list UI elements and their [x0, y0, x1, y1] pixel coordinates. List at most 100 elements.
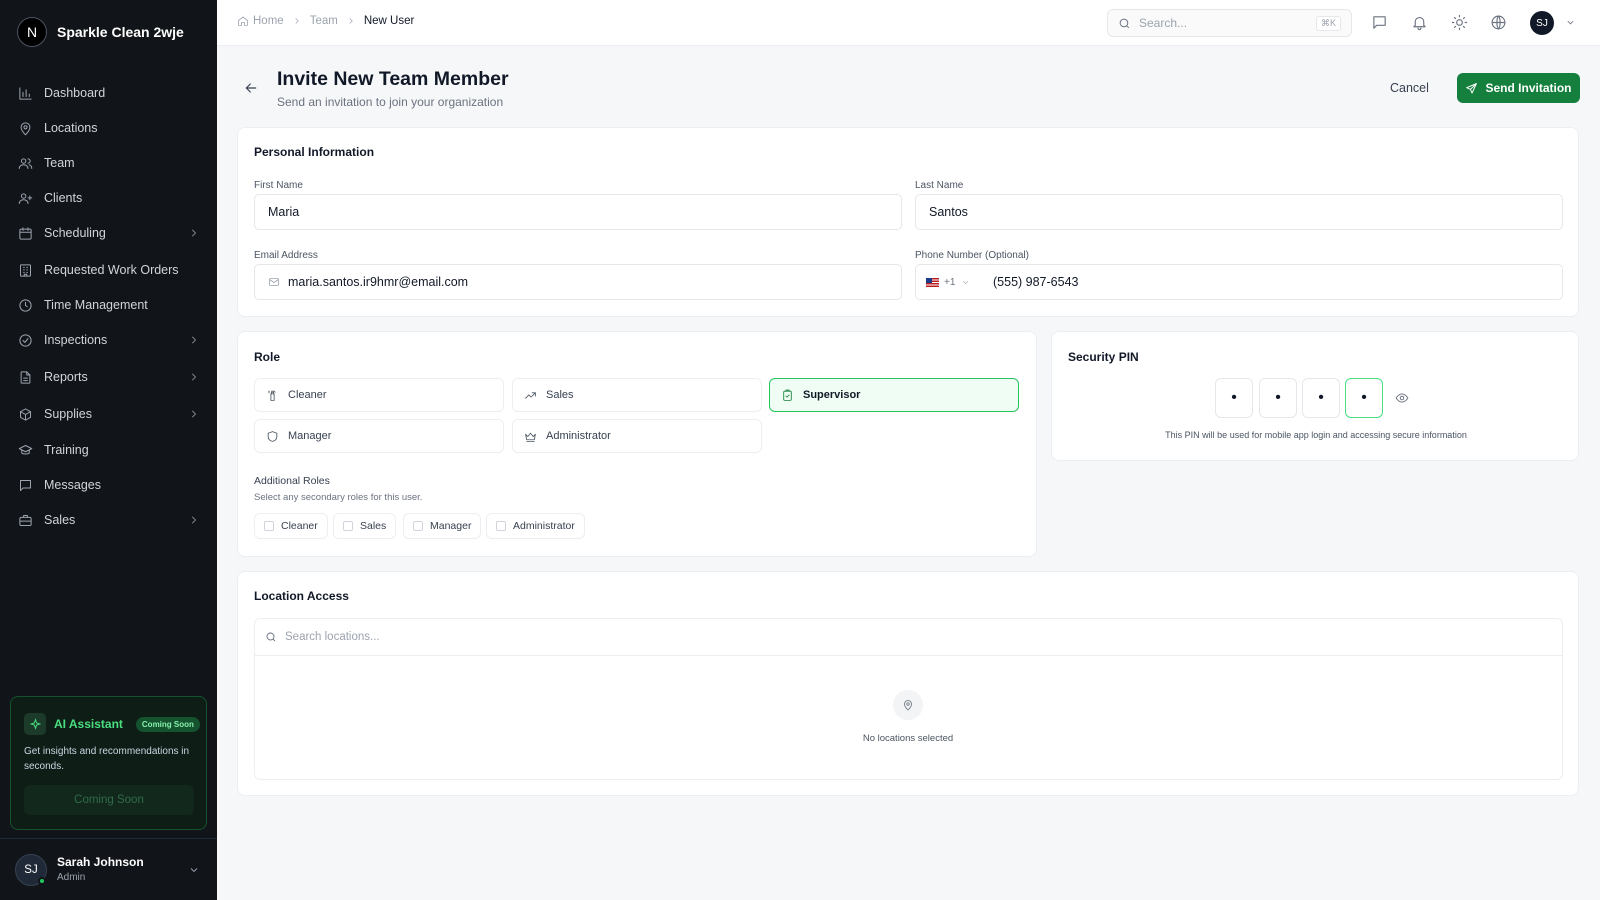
security-pin-title: Security PIN [1068, 350, 1139, 364]
additional-role-label: Cleaner [281, 520, 318, 532]
user-avatar-menu[interactable]: SJ [1530, 11, 1554, 35]
first-name-field[interactable]: Maria [254, 194, 902, 230]
page-subtitle: Send an invitation to join your organiza… [277, 95, 504, 109]
chevron-right-icon [192, 229, 196, 237]
additional-role-administrator[interactable]: Administrator [486, 513, 585, 539]
sun-icon[interactable] [1451, 14, 1468, 31]
email-label: Email Address [254, 250, 318, 261]
additional-role-manager[interactable]: Manager [403, 513, 482, 539]
role-option-label: Administrator [546, 430, 611, 442]
message-icon[interactable] [1371, 14, 1388, 31]
user-role: Admin [57, 872, 86, 883]
sidebar-item-team[interactable]: Team [18, 152, 200, 174]
phone-value: (555) 987-6543 [993, 275, 1079, 289]
briefcase-icon [19, 514, 32, 526]
package-icon [20, 407, 31, 421]
graduation-cap-icon [18, 444, 33, 454]
page-title: Invite New Team Member [277, 68, 509, 90]
breadcrumb-current: New User [363, 15, 415, 27]
sidebar-item-label: Inspections [44, 333, 108, 347]
role-option-administrator[interactable]: Administrator [512, 419, 762, 453]
trending-up-icon [525, 391, 536, 399]
topbar: Home Team New User Search... ⌘K SJ [217, 0, 1600, 46]
last-name-field[interactable]: Santos [915, 194, 1563, 230]
additional-role-cleaner[interactable]: Cleaner [254, 513, 328, 539]
back-arrow-icon[interactable] [243, 80, 259, 96]
global-search-input[interactable]: Search... ⌘K [1107, 9, 1352, 37]
checkbox[interactable] [343, 521, 353, 531]
chevron-down-icon[interactable] [1565, 17, 1576, 28]
sidebar-item-label: Supplies [44, 407, 92, 421]
calendar-icon [19, 226, 32, 240]
first-name-value: Maria [268, 205, 300, 219]
first-name-label: First Name [254, 180, 303, 191]
clipboard-check-icon [783, 389, 792, 401]
sidebar-item-clients[interactable]: Clients [18, 187, 200, 209]
ai-coming-soon-button[interactable]: Coming Soon [24, 785, 194, 815]
send-invitation-label: Send Invitation [1485, 81, 1572, 95]
send-invitation-button[interactable]: Send Invitation [1457, 73, 1580, 103]
sidebar-item-reports[interactable]: Reports [18, 366, 200, 388]
role-option-cleaner[interactable]: Cleaner [254, 378, 504, 412]
eye-icon[interactable] [1395, 391, 1409, 405]
brand[interactable]: N Sparkle Clean 2wje [17, 17, 184, 47]
sidebar-item-training[interactable]: Training [18, 439, 200, 461]
location-search-input[interactable]: Search locations... [254, 618, 1563, 656]
chevron-right-icon [349, 18, 353, 24]
sidebar-item-messages[interactable]: Messages [18, 474, 200, 496]
sidebar-item-scheduling[interactable]: Scheduling [18, 222, 200, 244]
user-profile[interactable]: SJ Sarah Johnson Admin [0, 838, 217, 900]
country-code-select[interactable]: +1 [926, 277, 993, 288]
sidebar-item-label: Locations [44, 121, 98, 135]
phone-field[interactable]: +1 (555) 987-6543 [915, 264, 1563, 300]
globe-icon[interactable] [1490, 14, 1507, 31]
email-field[interactable]: maria.santos.ir9hmr@email.com [254, 264, 902, 300]
sidebar-item-label: Time Management [44, 298, 148, 312]
sidebar-item-label: Scheduling [44, 226, 106, 240]
sidebar-item-label: Training [44, 443, 89, 457]
spray-bottle-icon [268, 390, 276, 401]
pin-digit-1[interactable]: • [1215, 378, 1253, 418]
clock-icon [19, 298, 32, 312]
search-icon [1119, 18, 1130, 28]
bell-icon[interactable] [1411, 14, 1428, 31]
ai-assistant-header: AI Assistant Coming Soon [24, 713, 200, 735]
breadcrumb-team[interactable]: Team [310, 15, 338, 27]
mail-icon [269, 278, 279, 286]
sidebar-item-inspections[interactable]: Inspections [18, 329, 200, 351]
additional-roles-title: Additional Roles [254, 475, 330, 487]
sidebar-item-locations[interactable]: Locations [18, 117, 200, 139]
chevron-right-icon [192, 516, 196, 524]
chevron-down-icon[interactable] [188, 864, 200, 876]
sidebar-item-sales[interactable]: Sales [18, 509, 200, 531]
sidebar-item-requested-work-orders[interactable]: Requested Work Orders [18, 259, 200, 281]
personal-information-title: Personal Information [254, 145, 375, 159]
ai-assistant-description: Get insights and recommendations in seco… [24, 746, 190, 772]
sidebar-item-supplies[interactable]: Supplies [18, 403, 200, 425]
role-option-manager[interactable]: Manager [254, 419, 504, 453]
breadcrumb-home[interactable]: Home [253, 15, 284, 27]
additional-role-sales[interactable]: Sales [333, 513, 397, 539]
pin-digit-4[interactable]: • [1345, 378, 1383, 418]
user-name: Sarah Johnson [57, 855, 144, 869]
checkbox[interactable] [496, 521, 506, 531]
pin-note: This PIN will be used for mobile app log… [1165, 430, 1467, 440]
search-shortcut: ⌘K [1315, 15, 1341, 31]
brand-name: Sparkle Clean 2wje [57, 24, 184, 40]
pin-digit-2[interactable]: • [1259, 378, 1297, 418]
role-option-sales[interactable]: Sales [512, 378, 762, 412]
sidebar-item-dashboard[interactable]: Dashboard [18, 82, 200, 104]
sidebar-item-time-management[interactable]: Time Management [18, 294, 200, 316]
coming-soon-badge: Coming Soon [135, 716, 200, 732]
brand-logo: N [17, 17, 47, 47]
map-pin-icon [20, 121, 31, 135]
checkbox[interactable] [264, 521, 274, 531]
pin-digit-3[interactable]: • [1302, 378, 1340, 418]
checkbox[interactable] [413, 521, 423, 531]
breadcrumb: Home Team New User [237, 15, 414, 27]
sidebar-item-label: Reports [44, 370, 88, 384]
role-option-supervisor[interactable]: Supervisor [769, 378, 1019, 412]
cancel-button[interactable]: Cancel [1390, 77, 1429, 99]
users-icon [18, 157, 33, 169]
bar-chart-icon [19, 86, 32, 100]
